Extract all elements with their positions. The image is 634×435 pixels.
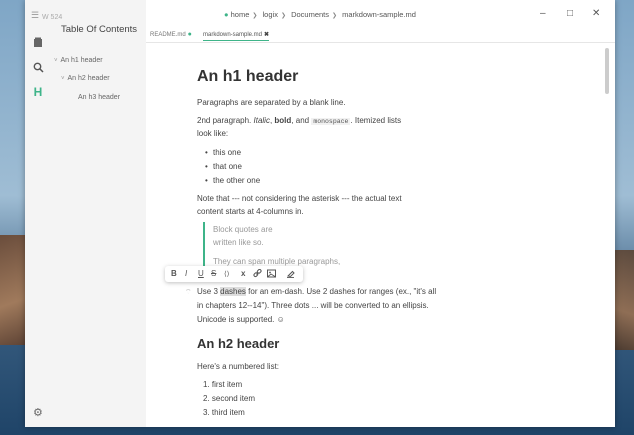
chevron-down-icon: ˅ xyxy=(61,76,65,82)
files-icon[interactable] xyxy=(31,37,45,51)
maximize-button[interactable]: □ xyxy=(567,8,573,19)
format-toolbar: B I U S ⟨⟩ x xyxy=(165,266,303,282)
image-icon[interactable] xyxy=(267,269,276,280)
modified-dot-icon: ● xyxy=(224,10,229,19)
underline-button[interactable]: U xyxy=(198,269,204,278)
toc-item-h2[interactable]: ˅ An h2 header xyxy=(61,75,110,82)
paragraph[interactable]: Note that --- not considering the asteri… xyxy=(197,193,402,205)
tab-markdown-sample[interactable]: markdown-sample.md ✖ xyxy=(203,31,270,41)
scrollbar-thumb[interactable] xyxy=(605,48,609,94)
italic-button[interactable]: I xyxy=(185,269,187,278)
chevron-down-icon: ˅ xyxy=(54,58,58,64)
settings-gear-icon[interactable]: ⚙ xyxy=(33,406,43,419)
search-icon[interactable] xyxy=(31,62,45,76)
paragraph-continuation[interactable]: in chapters 12--14"). Three dots ... wil… xyxy=(197,300,429,312)
breadcrumb: ● home ❯ logix ❯ Documents ❯ markdown-sampl… xyxy=(224,10,416,19)
list-item[interactable]: that one xyxy=(205,161,242,173)
paragraph-handle-icon[interactable]: ⌔ xyxy=(185,287,192,299)
paragraph[interactable]: Here's a numbered list: xyxy=(197,361,279,373)
toc-item-h3[interactable]: An h3 header xyxy=(78,94,120,101)
strikethrough-button[interactable]: S xyxy=(211,269,216,278)
sidebar-rail: ☰ H ⚙ xyxy=(25,0,51,427)
h1-heading[interactable]: An h1 header xyxy=(197,67,298,87)
toc-panel: W 524 Table Of Contents ˅ An h1 header ˅ A… xyxy=(42,0,146,427)
paragraph-continuation[interactable]: content starts at 4-columns in. xyxy=(197,206,304,218)
bold-button[interactable]: B xyxy=(171,269,177,278)
breadcrumb-file[interactable]: markdown-sample.md xyxy=(342,10,416,19)
paragraph-continuation[interactable]: Unicode is supported. ☺ xyxy=(197,314,285,326)
close-button[interactable]: ✕ xyxy=(592,8,600,19)
close-tab-icon[interactable]: ✖ xyxy=(264,32,269,38)
h2-heading[interactable]: An h2 header xyxy=(197,336,279,352)
inline-code-button[interactable]: ⟨⟩ xyxy=(224,270,229,278)
editor-area: ● home ❯ logix ❯ Documents ❯ markdown-sampl… xyxy=(146,0,615,427)
title-bar: ● home ❯ logix ❯ Documents ❯ markdown-sampl… xyxy=(146,8,615,24)
toc-title: Table Of Contents xyxy=(61,24,138,35)
paragraph[interactable]: 2nd paragraph. Italic, bold, and monospa… xyxy=(197,115,401,128)
toc-item-h1[interactable]: ˅ An h1 header xyxy=(54,57,103,64)
numbered-list-item[interactable]: 2. second item xyxy=(203,393,255,405)
unsaved-dot-icon: ● xyxy=(187,31,192,38)
app-window: ☰ H ⚙ W 524 Table Of Contents ˅ An h1 hea… xyxy=(25,0,615,427)
numbered-list-item[interactable]: 1. first item xyxy=(203,379,242,391)
paragraph[interactable]: Use 3 dashes for an em-dash. Use 2 dashe… xyxy=(197,286,436,298)
paragraph[interactable]: Paragraphs are separated by a blank line… xyxy=(197,97,346,109)
blockquote-bar xyxy=(203,222,205,272)
tab-readme[interactable]: README.md ● xyxy=(150,31,192,38)
list-item[interactable]: the other one xyxy=(205,175,260,187)
clear-format-icon[interactable] xyxy=(286,269,295,280)
word-count: W 524 xyxy=(42,14,63,21)
breadcrumb-documents[interactable]: Documents xyxy=(291,10,329,19)
blockquote-line[interactable]: Block quotes are xyxy=(213,224,273,236)
numbered-list-item[interactable]: 3. third item xyxy=(203,407,245,419)
paragraph-continuation[interactable]: look like: xyxy=(197,128,228,140)
menu-icon[interactable]: ☰ xyxy=(28,8,42,22)
outline-icon[interactable]: H xyxy=(31,85,45,99)
list-item[interactable]: this one xyxy=(205,147,241,159)
link-icon[interactable] xyxy=(253,268,262,280)
breadcrumb-home[interactable]: home xyxy=(231,10,250,19)
minimize-button[interactable]: – xyxy=(540,8,546,19)
clear-math-button[interactable]: x xyxy=(241,269,245,278)
tab-bar: README.md ● markdown-sample.md ✖ xyxy=(146,28,615,43)
blockquote-line[interactable]: written like so. xyxy=(213,237,264,249)
breadcrumb-logix[interactable]: logix xyxy=(263,10,278,19)
